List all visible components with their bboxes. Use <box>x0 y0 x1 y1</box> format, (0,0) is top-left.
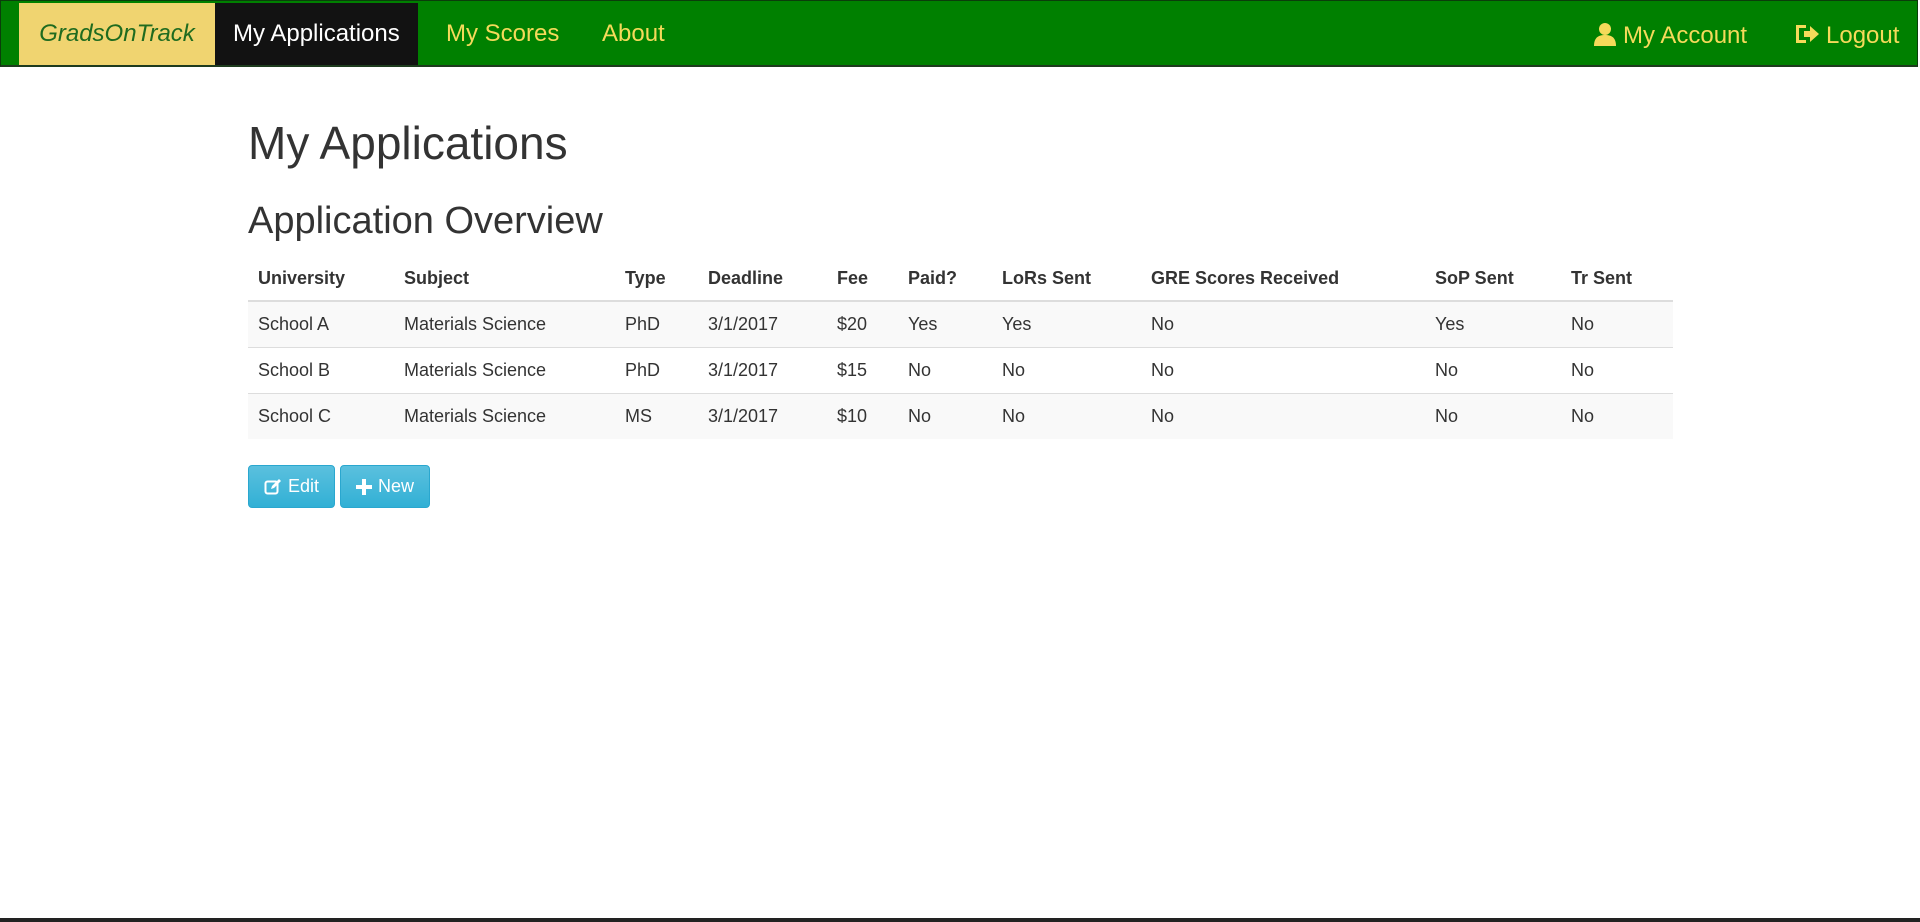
bottom-edge <box>0 918 1920 922</box>
table-cell: $15 <box>827 347 898 394</box>
table-cell: No <box>1425 347 1561 394</box>
action-buttons: Edit New <box>248 465 1673 508</box>
table-cell: PhD <box>615 300 698 348</box>
table-header-row: University Subject Type Deadline Fee Paid? LoR… <box>248 256 1673 302</box>
edit-button[interactable]: Edit <box>248 465 336 508</box>
column-header: Subject <box>394 256 615 302</box>
page-title: My Applications <box>248 117 568 169</box>
table-cell: School A <box>248 300 394 348</box>
section-title: Application Overview <box>248 200 603 242</box>
column-header: Deadline <box>698 256 827 302</box>
logout-label: Logout <box>1826 22 1900 49</box>
nav-my-scores[interactable]: My Scores <box>428 3 577 65</box>
table-cell: School C <box>248 393 394 439</box>
table-row: School B Materials Science PhD 3/1/2017 $15 N… <box>248 347 1673 394</box>
table-cell: 3/1/2017 <box>698 393 827 439</box>
table-cell: No <box>1141 393 1425 439</box>
table-cell: $10 <box>827 393 898 439</box>
user-icon <box>1594 23 1616 46</box>
table-cell: No <box>1141 347 1425 394</box>
plus-icon <box>356 478 373 495</box>
table-cell: No <box>1425 393 1561 439</box>
column-header: Fee <box>827 256 898 302</box>
table-cell: PhD <box>615 347 698 394</box>
table-cell: No <box>1561 393 1673 439</box>
edit-button-label: Edit <box>288 476 320 496</box>
nav-about[interactable]: About <box>584 3 683 65</box>
new-button[interactable]: New <box>340 465 431 508</box>
table-cell: No <box>1141 300 1425 348</box>
table-cell: 3/1/2017 <box>698 300 827 348</box>
applications-table: University Subject Type Deadline Fee Paid? LoR… <box>248 256 1673 439</box>
table-cell: Materials Science <box>394 393 615 439</box>
column-header: SoP Sent <box>1425 256 1561 302</box>
column-header: Tr Sent <box>1561 256 1673 302</box>
table-row: School C Materials Science MS 3/1/2017 $10 No… <box>248 393 1673 439</box>
column-header: Type <box>615 256 698 302</box>
table-cell: MS <box>615 393 698 439</box>
table-cell: No <box>992 393 1141 439</box>
table-cell: Yes <box>898 300 992 348</box>
table-cell: Materials Science <box>394 347 615 394</box>
edit-icon <box>264 478 281 494</box>
table-cell: Materials Science <box>394 300 615 348</box>
nav-my-applications[interactable]: My Applications <box>215 3 418 65</box>
table-cell: Yes <box>1425 300 1561 348</box>
table-cell: No <box>1561 347 1673 394</box>
my-account-label: My Account <box>1623 22 1748 49</box>
table-cell: School B <box>248 347 394 394</box>
table-cell: Yes <box>992 300 1141 348</box>
table-cell: 3/1/2017 <box>698 347 827 394</box>
table-cell: No <box>898 347 992 394</box>
main-content: My Applications Application Overview Uni… <box>248 110 1673 508</box>
table-cell: No <box>898 393 992 439</box>
top-navbar: GradsOnTrack My Applications My Scores A… <box>0 0 1918 67</box>
nav-logout[interactable]: Logout <box>1794 3 1899 65</box>
table-cell: No <box>992 347 1141 394</box>
table-body: School A Materials Science PhD 3/1/2017 $20 Y… <box>248 300 1673 439</box>
column-header: University <box>248 256 394 302</box>
column-header: GRE Scores Received <box>1141 256 1425 302</box>
table-row: School A Materials Science PhD 3/1/2017 $20 Y… <box>248 300 1673 348</box>
new-button-label: New <box>378 476 415 496</box>
brand-logo[interactable]: GradsOnTrack <box>19 3 215 65</box>
table-cell: No <box>1561 300 1673 348</box>
logout-icon <box>1796 25 1819 43</box>
column-header: Paid? <box>898 256 992 302</box>
column-header: LoRs Sent <box>992 256 1141 302</box>
nav-my-account[interactable]: My Account <box>1593 3 1747 65</box>
table-cell: $20 <box>827 300 898 348</box>
